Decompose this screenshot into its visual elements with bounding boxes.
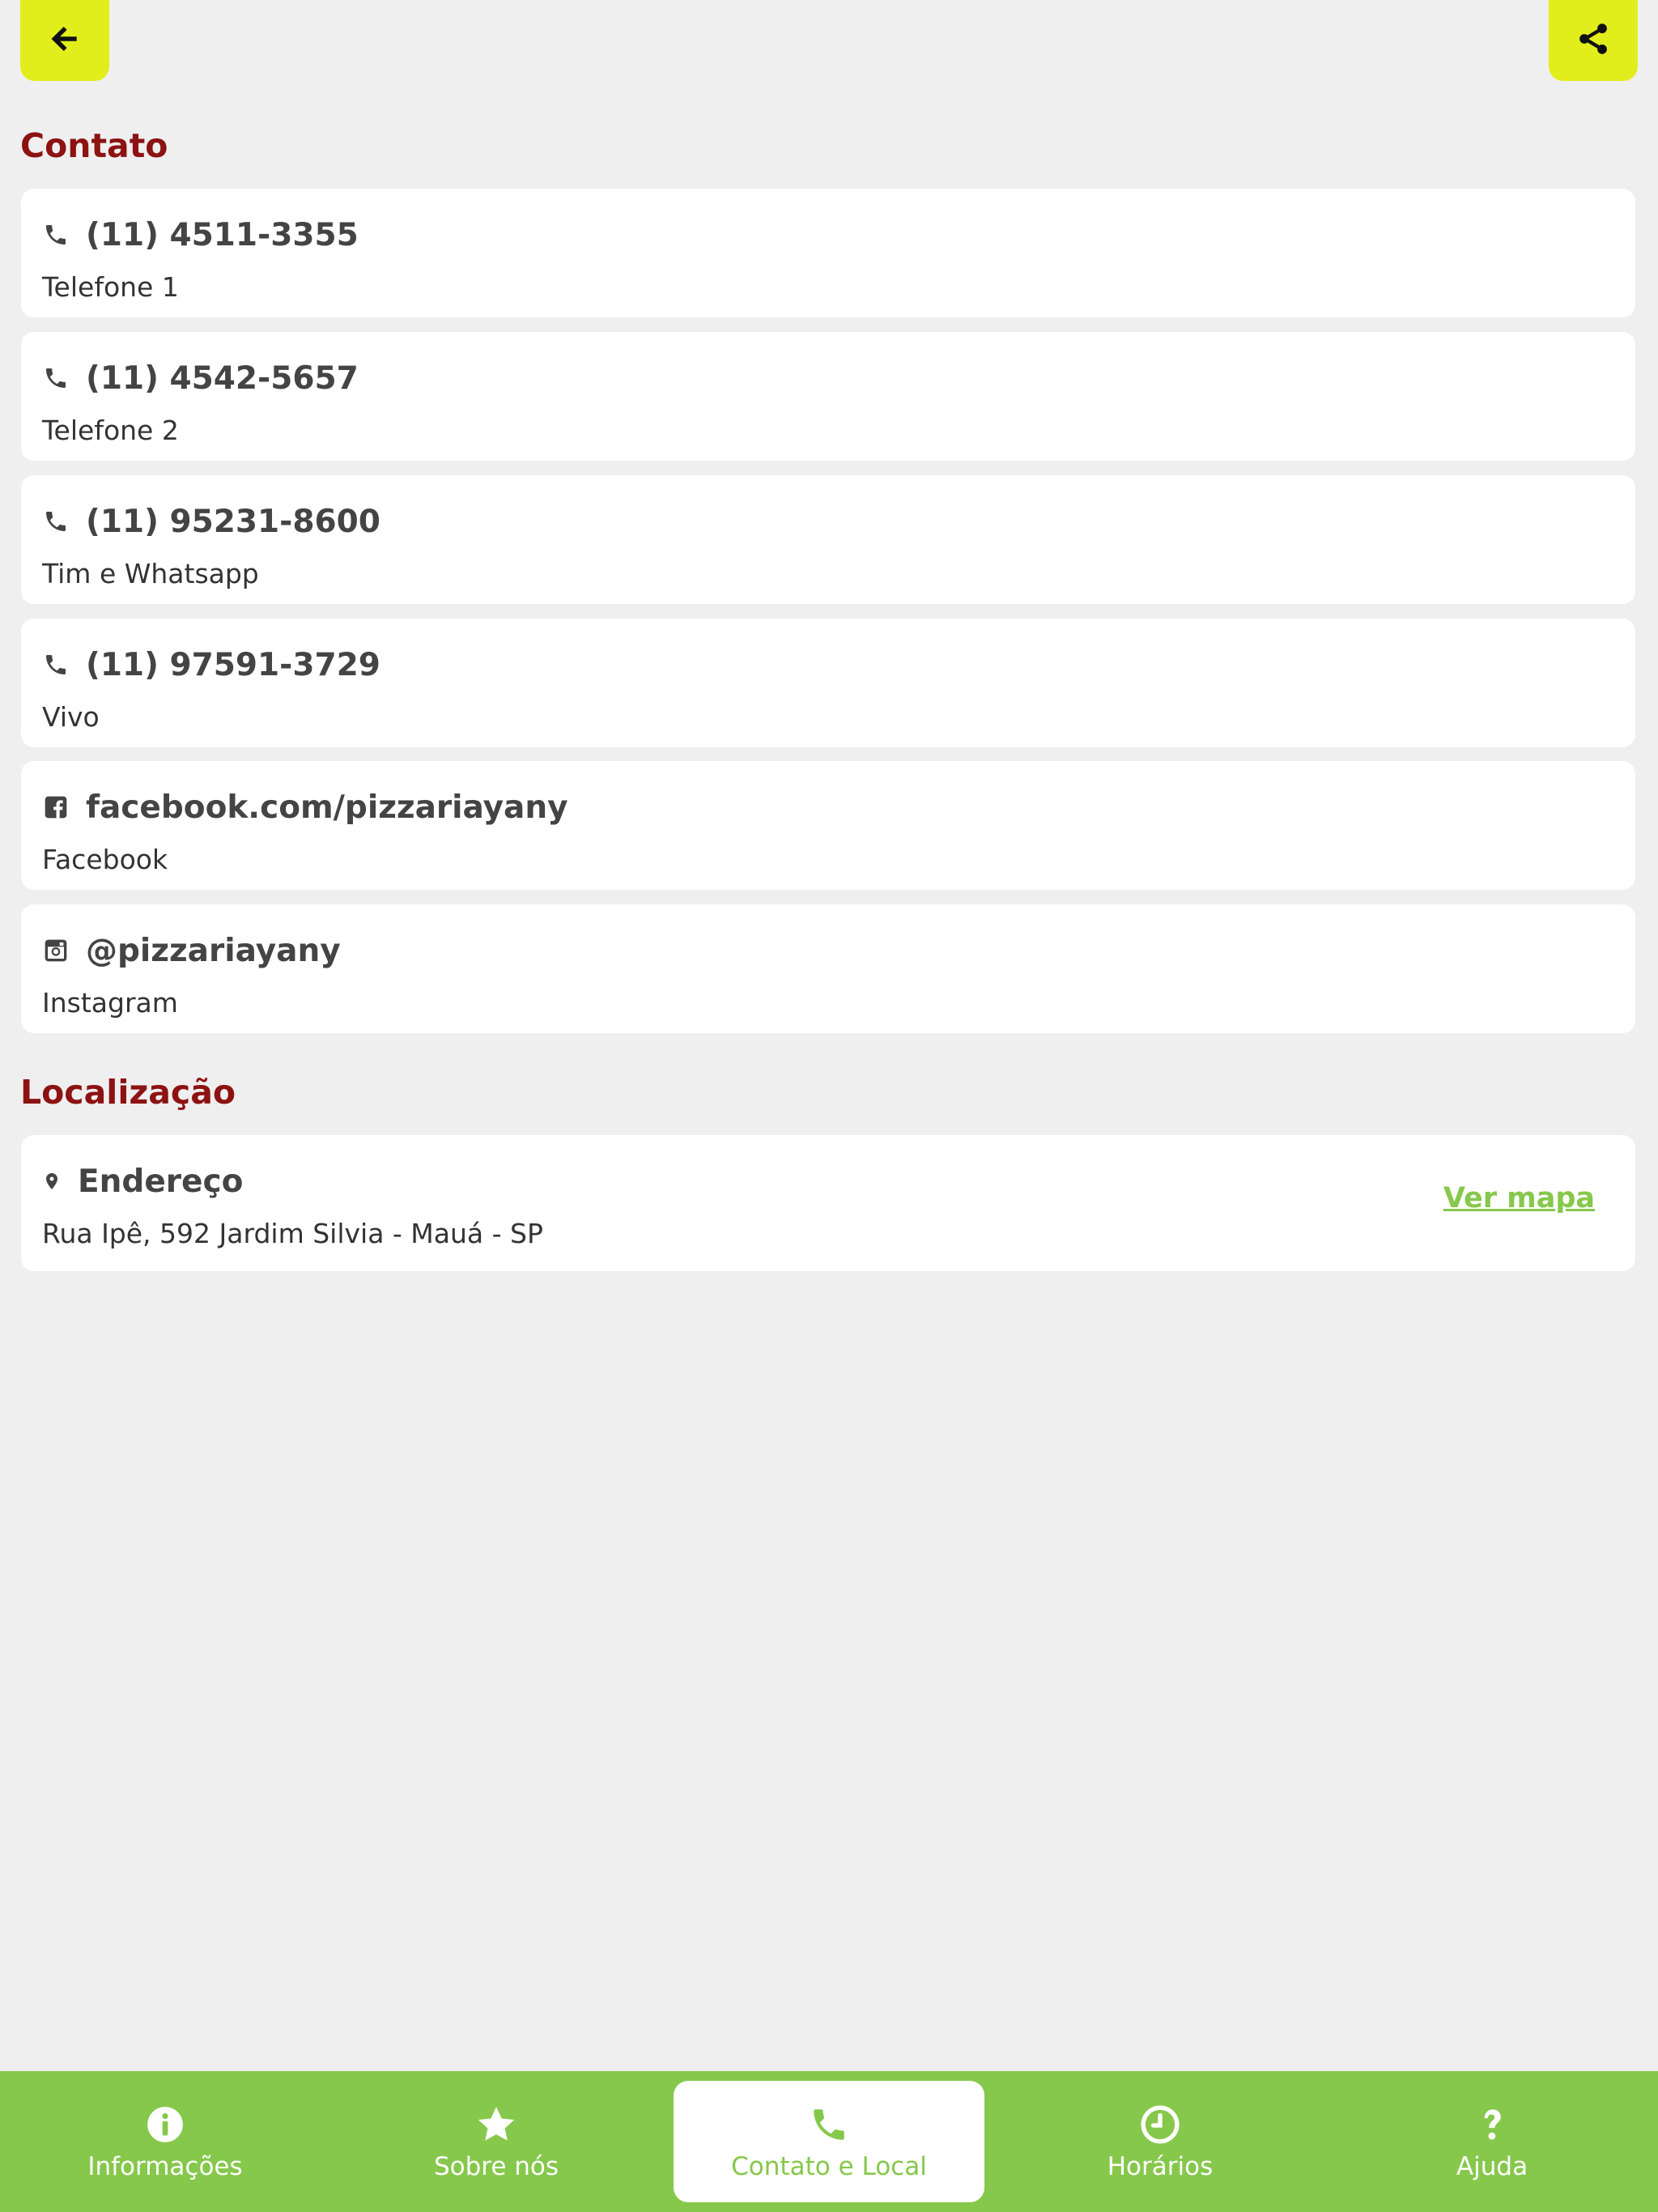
phone-label: Tim e Whatsapp	[42, 558, 259, 589]
contact-card-facebook[interactable]: facebook.com/pizzariayany Facebook	[21, 761, 1635, 890]
phone-number: (11) 95231-8600	[86, 503, 380, 540]
contact-card-phone-3[interactable]: (11) 95231-8600 Tim e Whatsapp	[21, 475, 1635, 604]
map-marker-icon	[42, 1168, 62, 1195]
contact-card-phone-2[interactable]: (11) 4542-5657 Telefone 2	[21, 332, 1635, 461]
address-title: Endereço	[78, 1163, 244, 1200]
nav-item-informacoes[interactable]: Informações	[10, 2081, 321, 2202]
phone-label: Vivo	[42, 701, 100, 733]
instagram-icon	[42, 937, 70, 964]
facebook-handle: facebook.com/pizzariayany	[86, 789, 568, 826]
phone-icon	[808, 2104, 850, 2146]
contact-card-instagram[interactable]: @pizzariayany Instagram	[21, 904, 1635, 1033]
clock-icon	[1139, 2104, 1181, 2146]
nav-item-horarios[interactable]: Horários	[1005, 2081, 1316, 2202]
location-section-title: Localização	[20, 1073, 236, 1112]
phone-icon	[42, 508, 70, 535]
instagram-handle: @pizzariayany	[86, 932, 341, 969]
arrow-left-icon	[47, 21, 83, 60]
phone-icon	[42, 221, 70, 249]
nav-label: Informações	[87, 2152, 243, 2181]
phone-number: (11) 4511-3355	[86, 216, 359, 253]
contact-card-phone-1[interactable]: (11) 4511-3355 Telefone 1	[21, 189, 1635, 317]
phone-number: (11) 4542-5657	[86, 359, 359, 397]
location-card: Endereço Rua Ipê, 592 Jardim Silvia - Ma…	[21, 1135, 1635, 1271]
phone-icon	[42, 651, 70, 678]
phone-label: Telefone 2	[42, 415, 179, 446]
contact-section-title: Contato	[20, 126, 168, 165]
question-icon	[1471, 2104, 1513, 2146]
nav-item-contato-e-local[interactable]: Contato e Local	[674, 2081, 984, 2202]
bottom-nav: Informações Sobre nós Contato e Local Ho…	[0, 2071, 1658, 2212]
info-icon	[144, 2104, 186, 2146]
facebook-icon	[42, 793, 70, 821]
nav-label: Horários	[1107, 2152, 1214, 2181]
star-icon	[475, 2104, 517, 2146]
instagram-label: Instagram	[42, 987, 178, 1019]
share-icon	[1575, 21, 1611, 60]
nav-item-sobre-nos[interactable]: Sobre nós	[341, 2081, 652, 2202]
phone-number: (11) 97591-3729	[86, 646, 380, 683]
nav-label: Ajuda	[1456, 2152, 1528, 2181]
address-text: Rua Ipê, 592 Jardim Silvia - Mauá - SP	[42, 1218, 543, 1249]
phone-icon	[42, 364, 70, 392]
nav-label: Contato e Local	[731, 2152, 927, 2181]
nav-label: Sobre nós	[433, 2152, 559, 2181]
phone-label: Telefone 1	[42, 271, 179, 303]
nav-item-ajuda[interactable]: Ajuda	[1337, 2081, 1647, 2202]
back-button[interactable]	[20, 0, 109, 81]
facebook-label: Facebook	[42, 844, 168, 875]
contact-card-phone-4[interactable]: (11) 97591-3729 Vivo	[21, 619, 1635, 747]
view-map-link[interactable]: Ver mapa	[1443, 1182, 1595, 1214]
share-button[interactable]	[1549, 0, 1638, 81]
